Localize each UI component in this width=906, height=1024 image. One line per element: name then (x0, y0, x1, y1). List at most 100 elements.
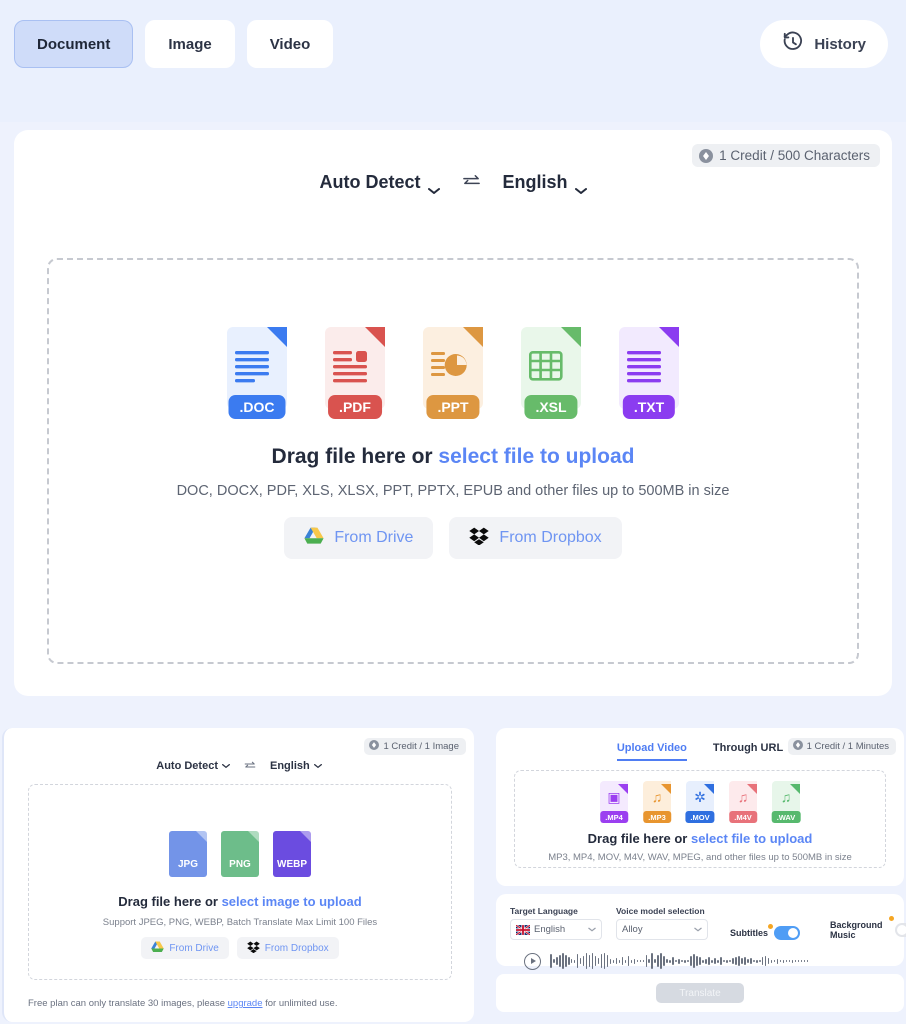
target-language-value: English (502, 172, 568, 192)
voice-model-value: Alloy (622, 924, 643, 935)
image-dropzone[interactable]: JPG PNG WEBP Drag file here or select im… (28, 784, 452, 980)
music-note-glyph: ♫ (737, 789, 749, 805)
pdf-lines-glyph (333, 351, 367, 388)
voice-model-select[interactable]: Alloy (616, 919, 708, 940)
waveform-bar (666, 959, 668, 963)
translate-button-label: Translate (679, 987, 721, 999)
waveform-bar (779, 960, 782, 962)
waveform-bar (726, 959, 728, 963)
subtitles-label: Subtitles (730, 924, 774, 938)
from-dropbox-button[interactable]: From Dropbox (449, 517, 622, 559)
from-dropbox-label: From Dropbox (499, 529, 602, 546)
top-bar: Document Image Video History (0, 0, 906, 122)
dropzone-title: Drag file here or select file to upload (272, 445, 635, 469)
image-source-language-select[interactable]: Auto Detect (156, 760, 230, 772)
waveform-bar (645, 955, 648, 967)
image-from-dropbox-button[interactable]: From Dropbox (236, 937, 339, 959)
image-swap-languages-button[interactable] (244, 757, 256, 775)
tab-image[interactable]: Image (145, 20, 235, 68)
waveform-bar (573, 959, 576, 963)
video-select-file-link[interactable]: select file to upload (691, 831, 812, 846)
chevron-down-icon (313, 760, 322, 772)
subtitles-setting: Subtitles (730, 924, 801, 940)
subtitles-toggle[interactable] (774, 926, 801, 940)
audio-waveform[interactable] (550, 949, 809, 973)
target-language-field: Target Language English (510, 906, 602, 940)
folded-corner-icon (463, 327, 483, 347)
video-upload-card: 1 Credit / 1 Minutes Upload Video Throug… (496, 728, 904, 886)
from-drive-label: From Drive (334, 529, 414, 546)
video-settings-card: Target Language English Voice model sele… (496, 894, 906, 970)
image-from-drive-button[interactable]: From Drive (141, 937, 229, 959)
waveform-bar (600, 954, 603, 968)
file-icon-mp3-label: .MP3 (643, 811, 671, 823)
waveform-bar (663, 956, 665, 966)
video-target-language-select[interactable]: English (510, 919, 602, 940)
document-dropzone[interactable]: .DOC .PDF .PPT .XSL .TXT Drag file here … (47, 258, 859, 664)
waveform-bar (621, 957, 624, 965)
music-note-glyph: ♫ (651, 789, 663, 805)
waveform-bar (624, 959, 627, 963)
google-drive-icon (304, 527, 324, 550)
waveform-bar (735, 957, 737, 965)
waveform-bar (609, 958, 612, 964)
image-dropzone-title: Drag file here or select image to upload (118, 894, 361, 909)
waveform-bar (803, 960, 806, 962)
tab-document[interactable]: Document (14, 20, 134, 68)
ppt-pie-glyph (431, 351, 467, 388)
document-file-type-icons: .DOC .PDF .PPT .XSL .TXT (221, 327, 685, 419)
file-icon-ppt-label: .PPT (426, 395, 480, 419)
waveform-bar (660, 953, 663, 969)
waveform-bar (630, 959, 633, 963)
tab-through-url[interactable]: Through URL (713, 742, 783, 761)
waveform-bar (651, 953, 654, 969)
tab-video[interactable]: Video (246, 20, 334, 68)
tab-video-label: Video (269, 35, 311, 53)
waveform-bar (636, 960, 639, 962)
waveform-bar (684, 959, 686, 963)
image-panel: 1 Credit / 1 Image Auto Detect English J… (2, 728, 474, 1022)
waveform-bar (761, 957, 764, 965)
select-file-link[interactable]: select file to upload (438, 445, 634, 468)
tab-upload-video[interactable]: Upload Video (616, 742, 687, 761)
translate-button[interactable]: Translate (656, 983, 744, 1003)
source-language-select[interactable]: Auto Detect (319, 172, 440, 194)
waveform-bar (770, 959, 773, 963)
waveform-bar (788, 960, 791, 962)
credit-badge: 1 Credit / 500 Characters (692, 144, 880, 167)
file-icon-pdf: .PDF (319, 327, 391, 419)
dropzone-subtitle: DOC, DOCX, PDF, XLS, XLSX, PPT, PPTX, EP… (176, 483, 730, 499)
waveform-bar (675, 960, 677, 962)
swap-languages-button[interactable] (462, 173, 481, 193)
select-image-link[interactable]: select image to upload (222, 894, 362, 909)
waveform-bar (576, 954, 579, 968)
image-source-language-value: Auto Detect (156, 760, 218, 772)
xsl-grid-glyph (528, 350, 563, 386)
waveform-bar (550, 954, 552, 968)
image-target-language-value: English (270, 760, 310, 772)
upgrade-link[interactable]: upgrade (228, 998, 263, 1009)
play-circle-icon[interactable] (524, 952, 541, 970)
waveform-bar (749, 958, 752, 964)
video-dropzone[interactable]: ▣ .MP4 ♫ .MP3 ✲ .MOV ♫ .M4V ♫ .WAV Drag … (514, 770, 886, 868)
folded-corner-icon (300, 831, 311, 842)
waveform-bar (612, 959, 615, 963)
image-credit-badge: 1 Credit / 1 Image (364, 738, 466, 755)
waveform-bar (791, 959, 794, 963)
image-target-language-select[interactable]: English (270, 760, 322, 772)
doc-lines-glyph (235, 351, 269, 388)
history-button[interactable]: History (760, 20, 888, 68)
waveform-bar (582, 956, 585, 966)
folded-corner-icon (659, 327, 679, 347)
waveform-bar (764, 956, 767, 966)
waveform-bar (627, 956, 630, 966)
background-music-toggle[interactable] (895, 923, 906, 937)
waveform-bar (797, 960, 800, 962)
waveform-bar (552, 959, 555, 963)
waveform-bar (642, 960, 645, 962)
file-icon-m4v-label: .M4V (729, 811, 757, 823)
target-language-select[interactable]: English (502, 172, 587, 194)
file-icon-jpg-label: JPG (177, 859, 198, 870)
image-cloud-import-row: From Drive From Dropbox (141, 937, 339, 959)
from-drive-button[interactable]: From Drive (284, 517, 434, 559)
